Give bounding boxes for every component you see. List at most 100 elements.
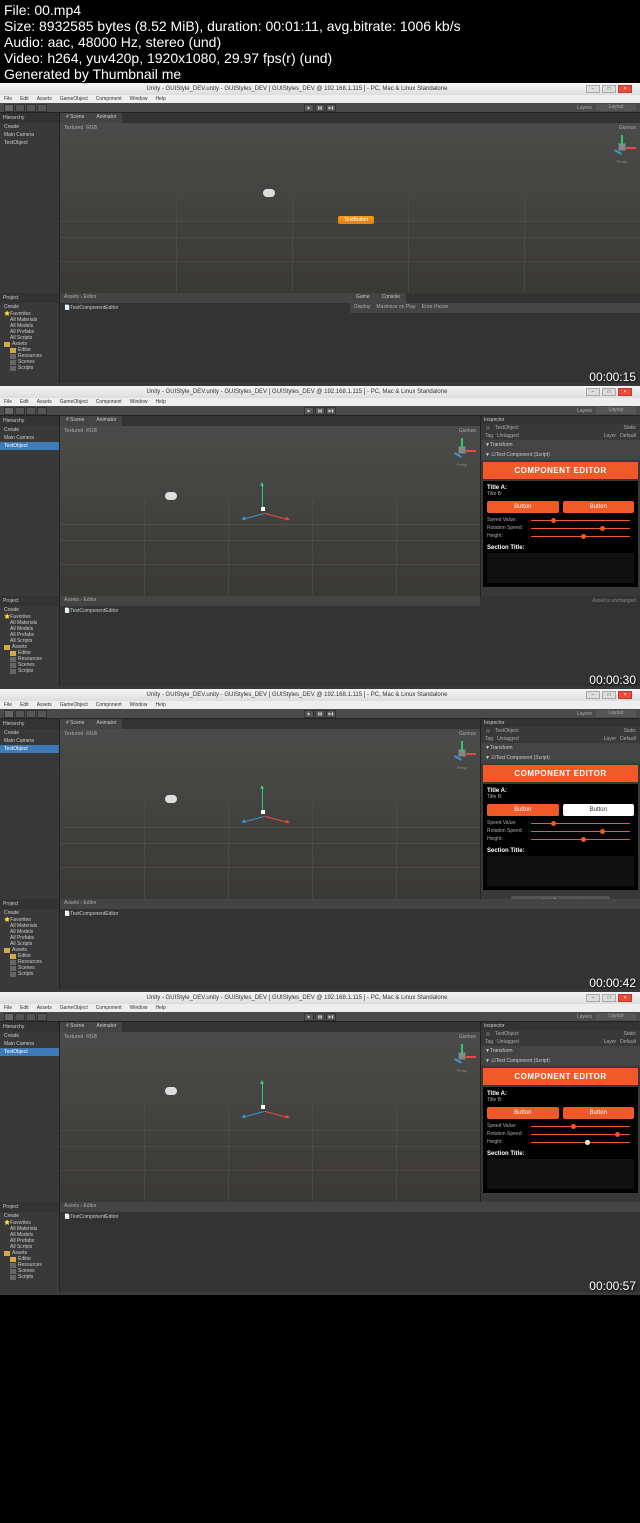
breadcrumb[interactable]: Assets › Editor: [64, 294, 97, 302]
pause-button[interactable]: ▮▮: [315, 1013, 325, 1021]
active-checkbox[interactable]: [485, 425, 491, 431]
comp-button-2-hover[interactable]: Button: [563, 804, 635, 816]
project-create[interactable]: Create: [0, 606, 59, 614]
hierarchy-item[interactable]: Main Camera: [0, 1040, 59, 1048]
scene-gizmos[interactable]: Gizmos: [459, 1034, 476, 1040]
hierarchy-item-selected[interactable]: TestObject: [0, 442, 59, 450]
hierarchy-tab[interactable]: Hierarchy: [0, 416, 59, 426]
layout-dropdown[interactable]: Layout: [596, 407, 636, 414]
maximize-button[interactable]: □: [602, 691, 616, 699]
speed-slider[interactable]: [531, 520, 630, 521]
minimize-button[interactable]: −: [586, 85, 600, 93]
active-checkbox[interactable]: [485, 1031, 491, 1037]
move-tool[interactable]: [15, 104, 25, 112]
pause-button[interactable]: ▮▮: [315, 407, 325, 415]
rotate-tool[interactable]: [26, 407, 36, 415]
minimize-button[interactable]: −: [586, 994, 600, 1002]
menu-gameobject[interactable]: GameObject: [60, 1005, 88, 1011]
menu-component[interactable]: Component: [96, 96, 122, 102]
menu-window[interactable]: Window: [130, 1005, 148, 1011]
inspector-tab[interactable]: Inspector: [481, 1022, 640, 1030]
project-file[interactable]: 📄TestComponentEditor: [60, 909, 640, 919]
close-button[interactable]: ×: [618, 388, 632, 396]
scripts-folder[interactable]: Scripts: [0, 1274, 59, 1280]
tag-dropdown[interactable]: Untagged: [497, 1039, 519, 1045]
menu-file[interactable]: File: [4, 1005, 12, 1011]
hierarchy-create[interactable]: Create: [0, 123, 59, 131]
animator-tab[interactable]: Animator: [90, 1022, 122, 1032]
menu-gameobject[interactable]: GameObject: [60, 96, 88, 102]
project-file[interactable]: 📄TestComponentEditor: [60, 1212, 640, 1222]
step-button[interactable]: ▶▮: [326, 104, 336, 112]
static-checkbox[interactable]: Static: [623, 425, 636, 431]
hierarchy-tab[interactable]: Hierarchy: [0, 113, 59, 123]
maximize-button[interactable]: □: [602, 388, 616, 396]
play-button[interactable]: ▶: [304, 1013, 314, 1021]
menu-component[interactable]: Component: [96, 1005, 122, 1011]
project-create[interactable]: Create: [0, 909, 59, 917]
project-file[interactable]: 📄TestComponentEditor: [60, 303, 350, 313]
comp-button-2[interactable]: Button: [563, 501, 635, 513]
rotation-slider[interactable]: [531, 528, 630, 529]
layer-dropdown[interactable]: Default: [620, 736, 636, 742]
move-tool[interactable]: [15, 710, 25, 718]
layout-dropdown[interactable]: Layout: [596, 710, 636, 717]
scene-shading[interactable]: Textured: [64, 1034, 83, 1040]
transform-component[interactable]: ▼ Transform: [481, 743, 640, 753]
step-button[interactable]: ▶▮: [326, 710, 336, 718]
hierarchy-item[interactable]: Main Camera: [0, 434, 59, 442]
tag-dropdown[interactable]: Untagged: [497, 433, 519, 439]
comp-button-2[interactable]: Button: [563, 1107, 635, 1119]
project-tab[interactable]: Project: [0, 1202, 59, 1212]
scene-tab[interactable]: # Scene: [60, 113, 90, 123]
scene-rgb[interactable]: RGB: [86, 731, 97, 737]
hierarchy-item-selected[interactable]: TestObject: [0, 1048, 59, 1056]
move-tool[interactable]: [15, 1013, 25, 1021]
scale-tool[interactable]: [37, 1013, 47, 1021]
pause-button[interactable]: ▮▮: [315, 710, 325, 718]
close-button[interactable]: ×: [618, 85, 632, 93]
play-button[interactable]: ▶: [304, 104, 314, 112]
menu-assets[interactable]: Assets: [37, 96, 52, 102]
game-display[interactable]: Display: [354, 304, 370, 312]
menu-help[interactable]: Help: [155, 1005, 165, 1011]
menu-help[interactable]: Help: [155, 96, 165, 102]
menu-file[interactable]: File: [4, 702, 12, 708]
scene-shading[interactable]: Textured: [64, 125, 83, 131]
console-tab[interactable]: Console: [376, 293, 406, 303]
hand-tool[interactable]: [4, 710, 14, 718]
layout-dropdown[interactable]: Layout: [596, 104, 636, 111]
game-tab[interactable]: Game: [350, 293, 376, 303]
hierarchy-tab[interactable]: Hierarchy: [0, 1022, 59, 1032]
scene-gizmos[interactable]: Gizmos: [459, 428, 476, 434]
hierarchy-tab[interactable]: Hierarchy: [0, 719, 59, 729]
breadcrumb[interactable]: Assets › Editor: [64, 900, 97, 908]
height-slider[interactable]: [531, 1142, 630, 1143]
speed-slider[interactable]: [531, 823, 630, 824]
scene-viewport[interactable]: Persp TestButton: [60, 133, 640, 293]
project-create[interactable]: Create: [0, 303, 59, 311]
project-tab[interactable]: Project: [0, 596, 59, 606]
scene-viewport[interactable]: Persp: [60, 436, 480, 596]
orientation-gizmo[interactable]: Persp: [452, 1046, 472, 1073]
menu-edit[interactable]: Edit: [20, 96, 29, 102]
speed-slider[interactable]: [531, 1126, 630, 1127]
play-button[interactable]: ▶: [304, 407, 314, 415]
scripts-folder[interactable]: Scripts: [0, 365, 59, 371]
transform-component[interactable]: ▼ Transform: [481, 440, 640, 450]
rotation-slider[interactable]: [531, 1134, 630, 1135]
menu-file[interactable]: File: [4, 96, 12, 102]
transform-component[interactable]: ▼ Transform: [481, 1046, 640, 1056]
scene-viewport[interactable]: Persp: [60, 739, 480, 899]
scene-shading[interactable]: Textured: [64, 731, 83, 737]
animator-tab[interactable]: Animator: [90, 113, 122, 123]
scene-rgb[interactable]: RGB: [86, 428, 97, 434]
static-checkbox[interactable]: Static: [623, 728, 636, 734]
rotate-tool[interactable]: [26, 710, 36, 718]
inspector-tab[interactable]: Inspector: [481, 719, 640, 727]
scale-tool[interactable]: [37, 407, 47, 415]
minimize-button[interactable]: −: [586, 691, 600, 699]
project-tab[interactable]: Project: [0, 293, 59, 303]
menu-component[interactable]: Component: [96, 399, 122, 405]
scene-tab[interactable]: # Scene: [60, 719, 90, 729]
